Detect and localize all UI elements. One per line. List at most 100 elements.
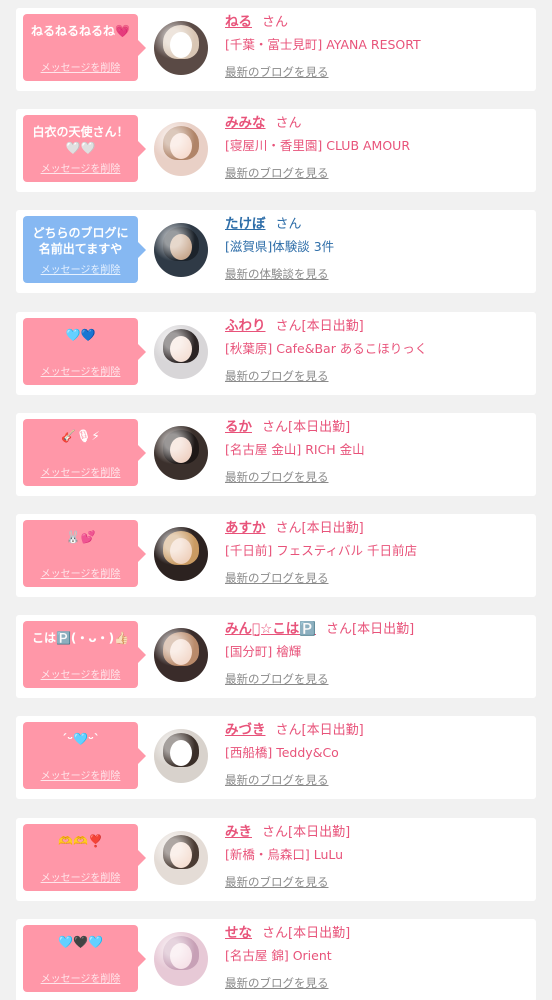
profile-info: せな さん[本日出勤] [名古屋 錦] Orient 最新のブログを見る xyxy=(225,923,528,991)
profile-info: みんꪔ̤̮☆こは🅿️ さん[本日出勤] [国分町] 檜輝最新のブログを見る xyxy=(225,619,528,687)
profile-info: ふわり さん[本日出勤] [秋葉原] Cafe&Bar あるこほりっく 最新のブログを… xyxy=(225,316,528,384)
status-label: [本日出勤] xyxy=(301,723,364,739)
message-bubble: ˊᵕ🩵ᵕˋ メッセージを削除 xyxy=(23,722,146,790)
avatar-shine xyxy=(154,729,208,784)
latest-post-link[interactable]: 最新のブログを見る xyxy=(225,975,528,991)
name-row: るか さん[本日出勤] xyxy=(225,417,528,437)
message-bubble: 🩵🖤🩵 メッセージを削除 xyxy=(23,924,146,992)
profile-info: たけぼ さん [滋賀県]体験談 3件最新の体験談を見る xyxy=(225,214,528,282)
profile-name-link[interactable]: あすか xyxy=(225,520,266,536)
shop-location: [千日前] フェスティバル 千日前店 xyxy=(225,543,417,558)
delete-message-link[interactable]: メッセージを削除 xyxy=(23,164,138,176)
latest-post-link[interactable]: 最新のブログを見る xyxy=(225,772,528,788)
shop-location: [滋賀県]体験談 3件 xyxy=(225,239,335,255)
latest-post-link[interactable]: 最新の体験談を見る xyxy=(225,266,528,282)
delete-message-link[interactable]: メッセージを削除 xyxy=(23,771,138,783)
avatar-shine xyxy=(154,21,208,75)
profile-name-link[interactable]: ふわり xyxy=(225,318,266,334)
delete-message-link[interactable]: メッセージを削除 xyxy=(23,670,138,682)
message-text: 🩵🖤🩵 xyxy=(58,934,103,949)
profile-name-link[interactable]: みんꪔ̤̮☆こは🅿️ xyxy=(225,621,316,637)
avatar-shine xyxy=(154,628,208,683)
name-row: たけぼ さん xyxy=(225,214,528,234)
profile-avatar[interactable] xyxy=(154,324,208,379)
message-text: こは🅿️(・ᴗ・)👍🏻 xyxy=(31,631,130,646)
name-row: みづき さん[本日出勤] xyxy=(225,720,528,740)
avatar-shine xyxy=(154,931,208,986)
profile-name-link[interactable]: るか xyxy=(225,419,252,435)
profile-info: みづき さん[本日出勤] [西船橋] Teddy&Co 最新のブログを見る xyxy=(225,720,528,788)
delete-message-link[interactable]: メッセージを削除 xyxy=(23,569,138,581)
profile-avatar[interactable] xyxy=(154,223,208,278)
name-row: せな さん[本日出勤] xyxy=(225,923,528,943)
latest-post-link[interactable]: 最新のブログを見る xyxy=(225,64,528,80)
message-text: 🩵💙 xyxy=(65,327,96,342)
profile-avatar[interactable] xyxy=(154,527,208,581)
delete-message-link[interactable]: メッセージを削除 xyxy=(23,468,138,480)
delete-message-link[interactable]: メッセージを削除 xyxy=(23,367,138,379)
delete-message-link[interactable]: メッセージを削除 xyxy=(23,974,138,986)
honorific: さん xyxy=(262,419,289,435)
latest-post-link[interactable]: 最新のブログを見る xyxy=(225,874,528,890)
shop-location: [寝屋川・香里園] CLUB AMOUR xyxy=(225,138,411,154)
message-bubble: こは🅿️(・ᴗ・)👍🏻 メッセージを削除 xyxy=(23,621,146,689)
shop-location: [国分町] 檜輝 xyxy=(225,644,302,660)
message-card: 🫶🫶❣️ メッセージを削除 みき さん[本日出勤] [新橋・烏森口] LuLu 最新のブロ… xyxy=(16,817,536,901)
profile-name-link[interactable]: せな xyxy=(225,925,252,941)
honorific: さん xyxy=(275,217,302,233)
status-label: [本日出勤] xyxy=(352,622,415,638)
profile-name-link[interactable]: みき xyxy=(225,824,252,840)
message-card: 白衣の天使さん！ 🤍🤍 メッセージを削除 みみな さん [寝屋川・香里園] CLUB A… xyxy=(16,109,536,193)
honorific: さん xyxy=(275,318,302,334)
profile-avatar[interactable] xyxy=(154,628,208,683)
latest-post-link[interactable]: 最新のブログを見る xyxy=(225,671,528,687)
message-bubble: ねるねるねるね💗 メッセージを削除 xyxy=(23,14,146,81)
latest-post-link[interactable]: 最新のブログを見る xyxy=(225,165,528,181)
profile-name-link[interactable]: みみな xyxy=(225,115,266,131)
profile-name-link[interactable]: みづき xyxy=(225,722,266,738)
profile-name-link[interactable]: たけぼ xyxy=(225,216,266,232)
message-card: ねるねるねるね💗 メッセージを削除 ねる さん [千葉・富士見町] AYANA RESO… xyxy=(16,8,536,91)
name-row: みんꪔ̤̮☆こは🅿️ さん[本日出勤] xyxy=(225,619,528,639)
status-label: [本日出勤] xyxy=(301,318,364,334)
profile-avatar[interactable] xyxy=(154,931,208,986)
avatar-shine xyxy=(154,527,208,581)
latest-post-link[interactable]: 最新のブログを見る xyxy=(225,570,528,586)
shop-location: [西船橋] Teddy&Co xyxy=(225,745,339,761)
avatar-shine xyxy=(154,830,208,885)
profile-avatar[interactable] xyxy=(154,830,208,885)
profile-avatar[interactable] xyxy=(154,21,208,75)
delete-message-link[interactable]: メッセージを削除 xyxy=(23,873,138,885)
shop-location: [名古屋 金山] RICH 金山 xyxy=(225,441,365,457)
message-card: 🩵💙 メッセージを削除 ふわり さん[本日出勤] [秋葉原] Cafe&Bar あるこほ… xyxy=(16,311,536,395)
message-bubble: 🎸🎙⚡ メッセージを削除 xyxy=(23,418,146,486)
name-row: ねる さん xyxy=(225,12,528,32)
shop-location: [名古屋 錦] Orient xyxy=(225,947,332,963)
status-label: [本日出勤] xyxy=(288,824,351,840)
latest-post-link[interactable]: 最新のブログを見る xyxy=(225,368,528,384)
message-text: 白衣の天使さん！ 🤍🤍 xyxy=(32,125,129,156)
message-text: どちらのブログに 名前出てますや xyxy=(32,226,129,257)
profile-name-link[interactable]: ねる xyxy=(225,14,252,30)
name-row: みみな さん xyxy=(225,113,528,133)
message-text: 🎸🎙⚡ xyxy=(61,428,100,443)
profile-avatar[interactable] xyxy=(154,425,208,480)
honorific: さん xyxy=(262,925,289,941)
message-text: ねるねるねるね💗 xyxy=(31,24,130,38)
message-card: ˊᵕ🩵ᵕˋ メッセージを削除 みづき さん[本日出勤] [西船橋] Teddy&Co 最新… xyxy=(16,716,536,800)
profile-info: あすか さん[本日出勤] [千日前] フェスティバル 千日前店最新のブログを見る xyxy=(225,518,528,586)
honorific: さん xyxy=(275,723,302,739)
delete-message-link[interactable]: メッセージを削除 xyxy=(23,265,138,277)
latest-post-link[interactable]: 最新のブログを見る xyxy=(225,469,528,485)
message-text: 🐰💕 xyxy=(65,530,96,544)
status-label: [本日出勤] xyxy=(301,521,364,536)
profile-info: みき さん[本日出勤] [新橋・烏森口] LuLu 最新のブログを見る xyxy=(225,822,528,890)
profile-avatar[interactable] xyxy=(154,729,208,784)
shop-location: [新橋・烏森口] LuLu xyxy=(225,846,344,862)
profile-avatar[interactable] xyxy=(154,122,208,177)
message-text: ˊᵕ🩵ᵕˋ xyxy=(61,732,100,747)
delete-message-link[interactable]: メッセージを削除 xyxy=(23,63,138,75)
message-card: 🐰💕 メッセージを削除 あすか さん[本日出勤] [千日前] フェスティバル 千日前店最… xyxy=(16,514,536,597)
profile-info: ねる さん [千葉・富士見町] AYANA RESORT 最新のブログを見る xyxy=(225,12,528,80)
name-row: あすか さん[本日出勤] xyxy=(225,518,528,538)
